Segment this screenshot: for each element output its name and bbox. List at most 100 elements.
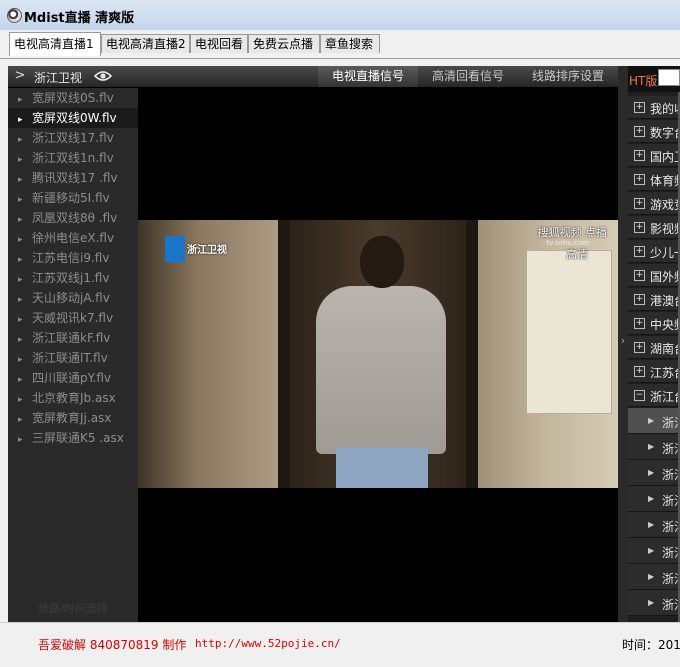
expand-plus-icon[interactable]: +	[634, 342, 645, 353]
tab-hd-live-1[interactable]: 电视高清直播1	[9, 32, 101, 56]
scene-door-frame	[466, 220, 478, 488]
tree-group[interactable]: +国外频	[628, 264, 680, 287]
line-item[interactable]: ▸ 江苏电信i9.flv	[8, 248, 138, 268]
line-item-selected[interactable]: ▸ 宽屏双线0W.flv	[8, 108, 138, 128]
tree-group[interactable]: +数字台	[628, 120, 680, 143]
tree-channel-item-selected[interactable]: ▶浙江	[628, 408, 680, 434]
eye-icon[interactable]	[93, 68, 113, 84]
watermark-hd: 高清	[566, 248, 588, 261]
line-item[interactable]: ▸ 三屏联通K5 .asx	[8, 428, 138, 448]
tree-group[interactable]: +国内卫	[628, 144, 680, 167]
expand-plus-icon[interactable]: +	[634, 150, 645, 161]
line-list: ▸ 宽屏双线0S.flv ▸ 宽屏双线0W.flv ▸ 浙江双线17.flv ▸ 浙江双…	[8, 88, 139, 622]
chevron-right-icon[interactable]: >	[12, 68, 28, 84]
status-bar: 吾爱破解 840870819 制作 http://www.52pojie.cn/…	[0, 622, 680, 667]
expand-plus-icon[interactable]: +	[634, 318, 645, 329]
triangle-right-icon: ▶	[648, 572, 655, 581]
channel-search-input[interactable]	[658, 69, 680, 86]
expand-plus-icon[interactable]: +	[634, 102, 645, 113]
title-bar: Mdist直播 清爽版	[0, 0, 680, 31]
credit-text: 吾爱破解 840870819 制作	[38, 638, 187, 652]
expand-plus-icon[interactable]: +	[634, 174, 645, 185]
video-frame: 浙江卫视 搜狐视频 点播 tv.sohu.com 高清	[138, 220, 618, 488]
tree-group[interactable]: +体育频	[628, 168, 680, 191]
time-label: 时间：2013	[622, 638, 680, 652]
tab-hd-live-2[interactable]: 电视高清直播2	[101, 34, 190, 53]
panel-splitter[interactable]: ›	[618, 66, 628, 622]
scene-person	[316, 286, 446, 454]
tree-group-expanded[interactable]: −浙江台	[628, 384, 680, 407]
triangle-right-icon: ▶	[648, 442, 655, 451]
scene-person-legs	[336, 448, 428, 488]
expand-plus-icon[interactable]: +	[634, 366, 645, 377]
channel-tree: +我的收 +数字台 +国内卫 +体育频 +游戏竞 +影视频 +少儿一 +国外频 …	[628, 92, 680, 622]
tab-octopus-search[interactable]: 章鱼搜索	[320, 34, 380, 53]
tree-group[interactable]: +江苏台	[628, 360, 680, 383]
line-item[interactable]: ▸ 腾讯双线17 .flv	[8, 168, 138, 188]
expand-plus-icon[interactable]: +	[634, 198, 645, 209]
line-item[interactable]: ▸ 四川联通pY.flv	[8, 368, 138, 388]
triangle-right-icon: ▶	[648, 416, 655, 425]
scene-person-head	[360, 236, 404, 288]
tree-channel-item[interactable]: ▶浙江	[628, 434, 680, 460]
collapse-minus-icon[interactable]: −	[634, 390, 645, 401]
expand-plus-icon[interactable]: +	[634, 222, 645, 233]
triangle-right-icon: ▶	[648, 520, 655, 529]
tree-channel-item[interactable]: ▶浙江	[628, 512, 680, 538]
main-tab-bar: 电视高清直播1 电视高清直播2 电视回看 免费云点播 章鱼搜索	[0, 30, 680, 59]
tree-channel-item[interactable]: ▶浙江	[628, 538, 680, 564]
line-item[interactable]: ▸ 徐州电信eX.flv	[8, 228, 138, 248]
ht-version-label: HT版	[629, 74, 658, 88]
line-item[interactable]: ▸ 凤凰双线8θ .flv	[8, 208, 138, 228]
expand-plus-icon[interactable]: +	[634, 246, 645, 257]
tree-group[interactable]: +中央频	[628, 312, 680, 335]
scene-wall-left	[138, 220, 288, 488]
triangle-right-icon: ▶	[648, 468, 655, 477]
app-icon	[7, 8, 22, 23]
line-item[interactable]: ▸ 浙江联通lT.flv	[8, 348, 138, 368]
video-player[interactable]: 浙江卫视 搜狐视频 点播 tv.sohu.com 高清	[138, 88, 618, 622]
line-item[interactable]: ▸ 浙江双线1n.flv	[8, 148, 138, 168]
tree-channel-item[interactable]: ▶浙江	[628, 460, 680, 486]
line-item[interactable]: ▸ 江苏双线j1.flv	[8, 268, 138, 288]
tab-tv-replay[interactable]: 电视回看	[190, 34, 248, 53]
zhejiang-tv-logo-icon	[165, 236, 185, 262]
player-panel: > 浙江卫视 电视直播信号 高清回看信号 线路排序设置 ▸ 宽屏双线0S.flv …	[8, 66, 680, 622]
expand-plus-icon[interactable]: +	[634, 294, 645, 305]
triangle-right-icon: ▶	[648, 546, 655, 555]
line-item[interactable]: ▸ 浙江双线17.flv	[8, 128, 138, 148]
chevron-right-icon[interactable]: ›	[618, 334, 628, 347]
tree-group[interactable]: +港澳台	[628, 288, 680, 311]
line-item[interactable]: ▸ 天威视讯k7.flv	[8, 308, 138, 328]
tree-group[interactable]: +少儿一	[628, 240, 680, 263]
tree-group[interactable]: +影视频	[628, 216, 680, 239]
line-item[interactable]: ▸ 浙江联通kF.flv	[8, 328, 138, 348]
scene-door-frame	[278, 220, 290, 488]
line-time-select-label[interactable]: 线路/时间选择	[8, 600, 138, 616]
tab-hd-replay-signal[interactable]: 高清回看信号	[418, 66, 518, 87]
tree-group[interactable]: +湖南台	[628, 336, 680, 359]
scene-calendar	[526, 250, 612, 414]
channel-logo-text: 浙江卫视	[187, 245, 227, 256]
line-item[interactable]: ▸ 天山移动jA.flv	[8, 288, 138, 308]
tree-group[interactable]: +我的收	[628, 96, 680, 119]
line-item[interactable]: ▸ 宽屏教育Jj.asx	[8, 408, 138, 428]
player-toolbar: > 浙江卫视 电视直播信号 高清回看信号 线路排序设置	[8, 66, 618, 88]
watermark-title: 搜狐视频 点播	[537, 226, 608, 239]
line-item[interactable]: ▸ 宽屏双线0S.flv	[8, 88, 138, 108]
tree-channel-item[interactable]: ▶浙江	[628, 486, 680, 512]
tab-free-vod[interactable]: 免费云点播	[248, 34, 320, 53]
expand-plus-icon[interactable]: +	[634, 126, 645, 137]
line-item[interactable]: ▸ 北京教育Jb.asx	[8, 388, 138, 408]
tree-channel-item[interactable]: ▶浙江	[628, 590, 680, 616]
tree-group[interactable]: +游戏竞	[628, 192, 680, 215]
triangle-right-icon: ▶	[648, 494, 655, 503]
tab-live-signal[interactable]: 电视直播信号	[318, 66, 418, 87]
tab-line-sort-settings[interactable]: 线路排序设置	[518, 66, 618, 87]
website-link[interactable]: http://www.52pojie.cn/	[195, 637, 341, 650]
tree-channel-item[interactable]: ▶浙江	[628, 564, 680, 590]
channel-tree-header: HT版	[628, 66, 680, 92]
expand-plus-icon[interactable]: +	[634, 270, 645, 281]
line-item[interactable]: ▸ 新疆移动5I.flv	[8, 188, 138, 208]
current-channel-name: 浙江卫视	[34, 71, 83, 85]
